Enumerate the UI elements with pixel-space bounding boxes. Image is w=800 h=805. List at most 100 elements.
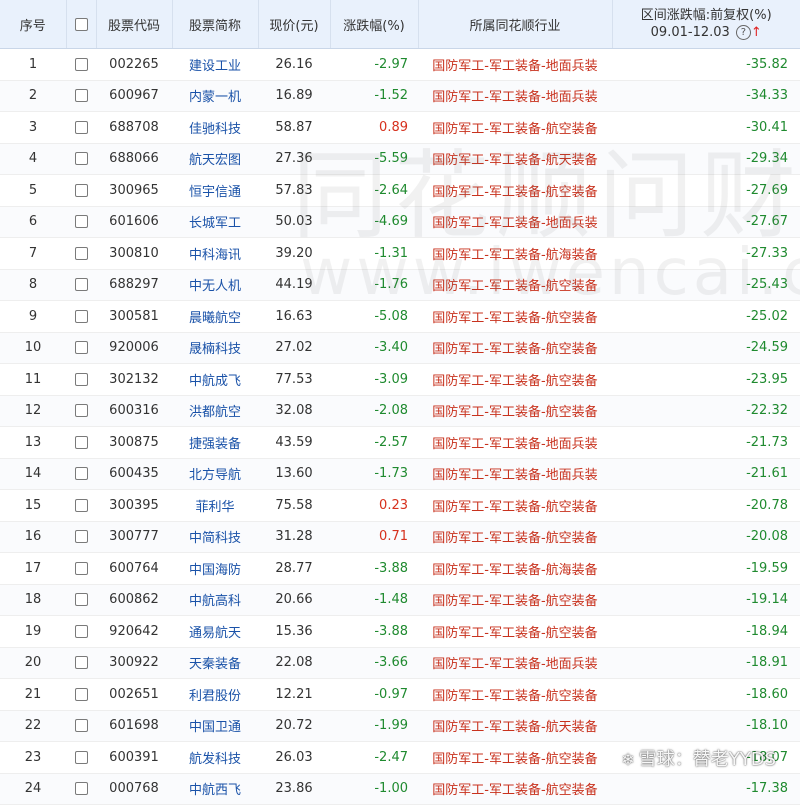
stock-name-link[interactable]: 捷强装备 (172, 426, 258, 459)
row-checkbox[interactable] (74, 278, 88, 292)
stock-code[interactable]: 000768 (96, 773, 172, 805)
table-row[interactable]: 21 002651 利君股份 12.21 -0.97 国防军工-军工装备-航空装备 -18.… (0, 678, 800, 711)
table-row[interactable]: 6 601606 长城军工 50.03 -4.69 国防军工-军工装备-地面兵装 -27.6… (0, 206, 800, 238)
table-row[interactable]: 20 300922 天秦装备 22.08 -3.66 国防军工-军工装备-地面兵装 -18.… (0, 647, 800, 679)
row-checkbox[interactable] (74, 57, 88, 71)
table-row[interactable]: 15 300395 菲利华 75.58 0.23 国防军工-军工装备-航空装备 -20.78 (0, 489, 800, 522)
row-checkbox[interactable] (74, 435, 88, 449)
header-code[interactable]: 股票代码 (96, 0, 173, 49)
row-checkbox[interactable] (74, 467, 88, 481)
stock-name-link[interactable]: 中简科技 (172, 521, 258, 553)
stock-name-link[interactable]: 利君股份 (172, 678, 258, 711)
stock-code[interactable]: 600391 (96, 741, 172, 774)
stock-code[interactable]: 688066 (96, 143, 172, 175)
table-row[interactable]: 19 920642 通易航天 15.36 -3.88 国防军工-军工装备-航空装备 -18.… (0, 615, 800, 648)
stock-name-link[interactable]: 中科海讯 (172, 237, 258, 270)
table-row[interactable]: 10 920006 晟楠科技 27.02 -3.40 国防军工-军工装备-航空装备 -24.… (0, 332, 800, 364)
row-checkbox[interactable] (74, 719, 88, 733)
row-checkbox[interactable] (74, 656, 88, 670)
select-all-checkbox[interactable] (74, 17, 88, 31)
row-checkbox[interactable] (74, 246, 88, 260)
table-row[interactable]: 7 300810 中科海讯 39.20 -1.31 国防军工-军工装备-航海装备 -27.3… (0, 237, 800, 270)
row-checkbox[interactable] (74, 624, 88, 638)
stock-code[interactable]: 002651 (96, 678, 172, 711)
row-checkbox[interactable] (74, 750, 88, 764)
row-checkbox[interactable] (74, 120, 88, 134)
table-row[interactable]: 5 300965 恒宇信通 57.83 -2.64 国防军工-军工装备-航空装备 -27.6… (0, 174, 800, 207)
table-row[interactable]: 13 300875 捷强装备 43.59 -2.57 国防军工-军工装备-地面兵装 -21.… (0, 426, 800, 459)
row-checkbox[interactable] (74, 309, 88, 323)
row-checkbox[interactable] (74, 687, 88, 701)
stock-name-link[interactable]: 晟楠科技 (172, 332, 258, 364)
stock-code[interactable]: 300777 (96, 521, 172, 553)
table-row[interactable]: 1 002265 建设工业 26.16 -2.97 国防军工-军工装备-地面兵装 -35.8… (0, 48, 800, 81)
stock-code[interactable]: 300395 (96, 489, 172, 522)
table-row[interactable]: 4 688066 航天宏图 27.36 -5.59 国防军工-军工装备-航天装备 -29.3… (0, 143, 800, 175)
stock-name-link[interactable]: 佳驰科技 (172, 111, 258, 144)
table-row[interactable]: 3 688708 佳驰科技 58.87 0.89 国防军工-军工装备-航空装备 -30.41 (0, 111, 800, 144)
stock-name-link[interactable]: 中航高科 (172, 584, 258, 616)
stock-name-link[interactable]: 内蒙一机 (172, 80, 258, 112)
row-checkbox[interactable] (74, 404, 88, 418)
stock-name-link[interactable]: 中国卫通 (172, 710, 258, 742)
stock-name-link[interactable]: 北方导航 (172, 458, 258, 490)
stock-name-link[interactable]: 洪都航空 (172, 395, 258, 427)
row-checkbox[interactable] (74, 498, 88, 512)
table-row[interactable]: 23 600391 航发科技 26.03 -2.47 国防军工-军工装备-航空装备 -18.… (0, 741, 800, 774)
table-row[interactable]: 18 600862 中航高科 20.66 -1.48 国防军工-军工装备-航空装备 -19.… (0, 584, 800, 616)
header-no[interactable]: 序号 (0, 0, 67, 49)
table-row[interactable]: 22 601698 中国卫通 20.72 -1.99 国防军工-军工装备-航天装备 -18.… (0, 710, 800, 742)
question-circle-icon[interactable]: ? (735, 25, 751, 40)
row-checkbox[interactable] (74, 530, 88, 544)
table-row[interactable]: 14 600435 北方导航 13.60 -1.73 国防军工-军工装备-地面兵装 -21.… (0, 458, 800, 490)
stock-code[interactable]: 302132 (96, 363, 172, 396)
stock-code[interactable]: 688708 (96, 111, 172, 144)
stock-code[interactable]: 600764 (96, 552, 172, 585)
table-row[interactable]: 11 302132 中航成飞 77.53 -3.09 国防军工-军工装备-航空装备 -23.… (0, 363, 800, 396)
table-row[interactable]: 2 600967 内蒙一机 16.89 -1.52 国防军工-军工装备-地面兵装 -34.3… (0, 80, 800, 112)
header-industry[interactable]: 所属同花顺行业 (418, 0, 613, 49)
stock-code[interactable]: 600967 (96, 80, 172, 112)
table-row[interactable]: 8 688297 中无人机 44.19 -1.76 国防军工-军工装备-航空装备 -25.4… (0, 269, 800, 301)
stock-code[interactable]: 300965 (96, 174, 172, 207)
table-row[interactable]: 16 300777 中简科技 31.28 0.71 国防军工-军工装备-航空装备 -20.0… (0, 521, 800, 553)
stock-code[interactable]: 600316 (96, 395, 172, 427)
stock-code[interactable]: 300922 (96, 647, 172, 679)
sort-arrow-up-icon[interactable]: ↑ (751, 25, 762, 40)
stock-name-link[interactable]: 晨曦航空 (172, 300, 258, 333)
stock-code[interactable]: 601698 (96, 710, 172, 742)
stock-code[interactable]: 300810 (96, 237, 172, 270)
header-select-all[interactable] (66, 0, 97, 49)
stock-name-link[interactable]: 通易航天 (172, 615, 258, 648)
stock-code[interactable]: 002265 (96, 48, 172, 81)
stock-code[interactable]: 300875 (96, 426, 172, 459)
row-checkbox[interactable] (74, 593, 88, 607)
stock-name-link[interactable]: 中国海防 (172, 552, 258, 585)
header-change[interactable]: 涨跌幅(%) (330, 0, 419, 49)
stock-name-link[interactable]: 航发科技 (172, 741, 258, 774)
stock-name-link[interactable]: 中航西飞 (172, 773, 258, 805)
header-name[interactable]: 股票简称 (172, 0, 259, 49)
stock-name-link[interactable]: 天秦装备 (172, 647, 258, 679)
stock-name-link[interactable]: 菲利华 (172, 489, 258, 522)
row-checkbox[interactable] (74, 152, 88, 166)
stock-name-link[interactable]: 航天宏图 (172, 143, 258, 175)
header-range-change[interactable]: 区间涨跌幅:前复权(%) 09.01-12.03 ? ↑ (612, 0, 800, 49)
header-price[interactable]: 现价(元) (258, 0, 331, 49)
stock-code[interactable]: 600862 (96, 584, 172, 616)
row-checkbox[interactable] (74, 782, 88, 796)
stock-name-link[interactable]: 中航成飞 (172, 363, 258, 396)
row-checkbox[interactable] (74, 372, 88, 386)
row-checkbox[interactable] (74, 215, 88, 229)
stock-name-link[interactable]: 长城军工 (172, 206, 258, 238)
table-row[interactable]: 17 600764 中国海防 28.77 -3.88 国防军工-军工装备-航海装备 -19.… (0, 552, 800, 585)
stock-code[interactable]: 920006 (96, 332, 172, 364)
table-row[interactable]: 24 000768 中航西飞 23.86 -1.00 国防军工-军工装备-航空装备 -17.… (0, 773, 800, 805)
table-row[interactable]: 9 300581 晨曦航空 16.63 -5.08 国防军工-军工装备-航空装备 -25.0… (0, 300, 800, 333)
row-checkbox[interactable] (74, 561, 88, 575)
stock-code[interactable]: 601606 (96, 206, 172, 238)
stock-name-link[interactable]: 恒宇信通 (172, 174, 258, 207)
stock-name-link[interactable]: 中无人机 (172, 269, 258, 301)
row-checkbox[interactable] (74, 183, 88, 197)
row-checkbox[interactable] (74, 341, 88, 355)
